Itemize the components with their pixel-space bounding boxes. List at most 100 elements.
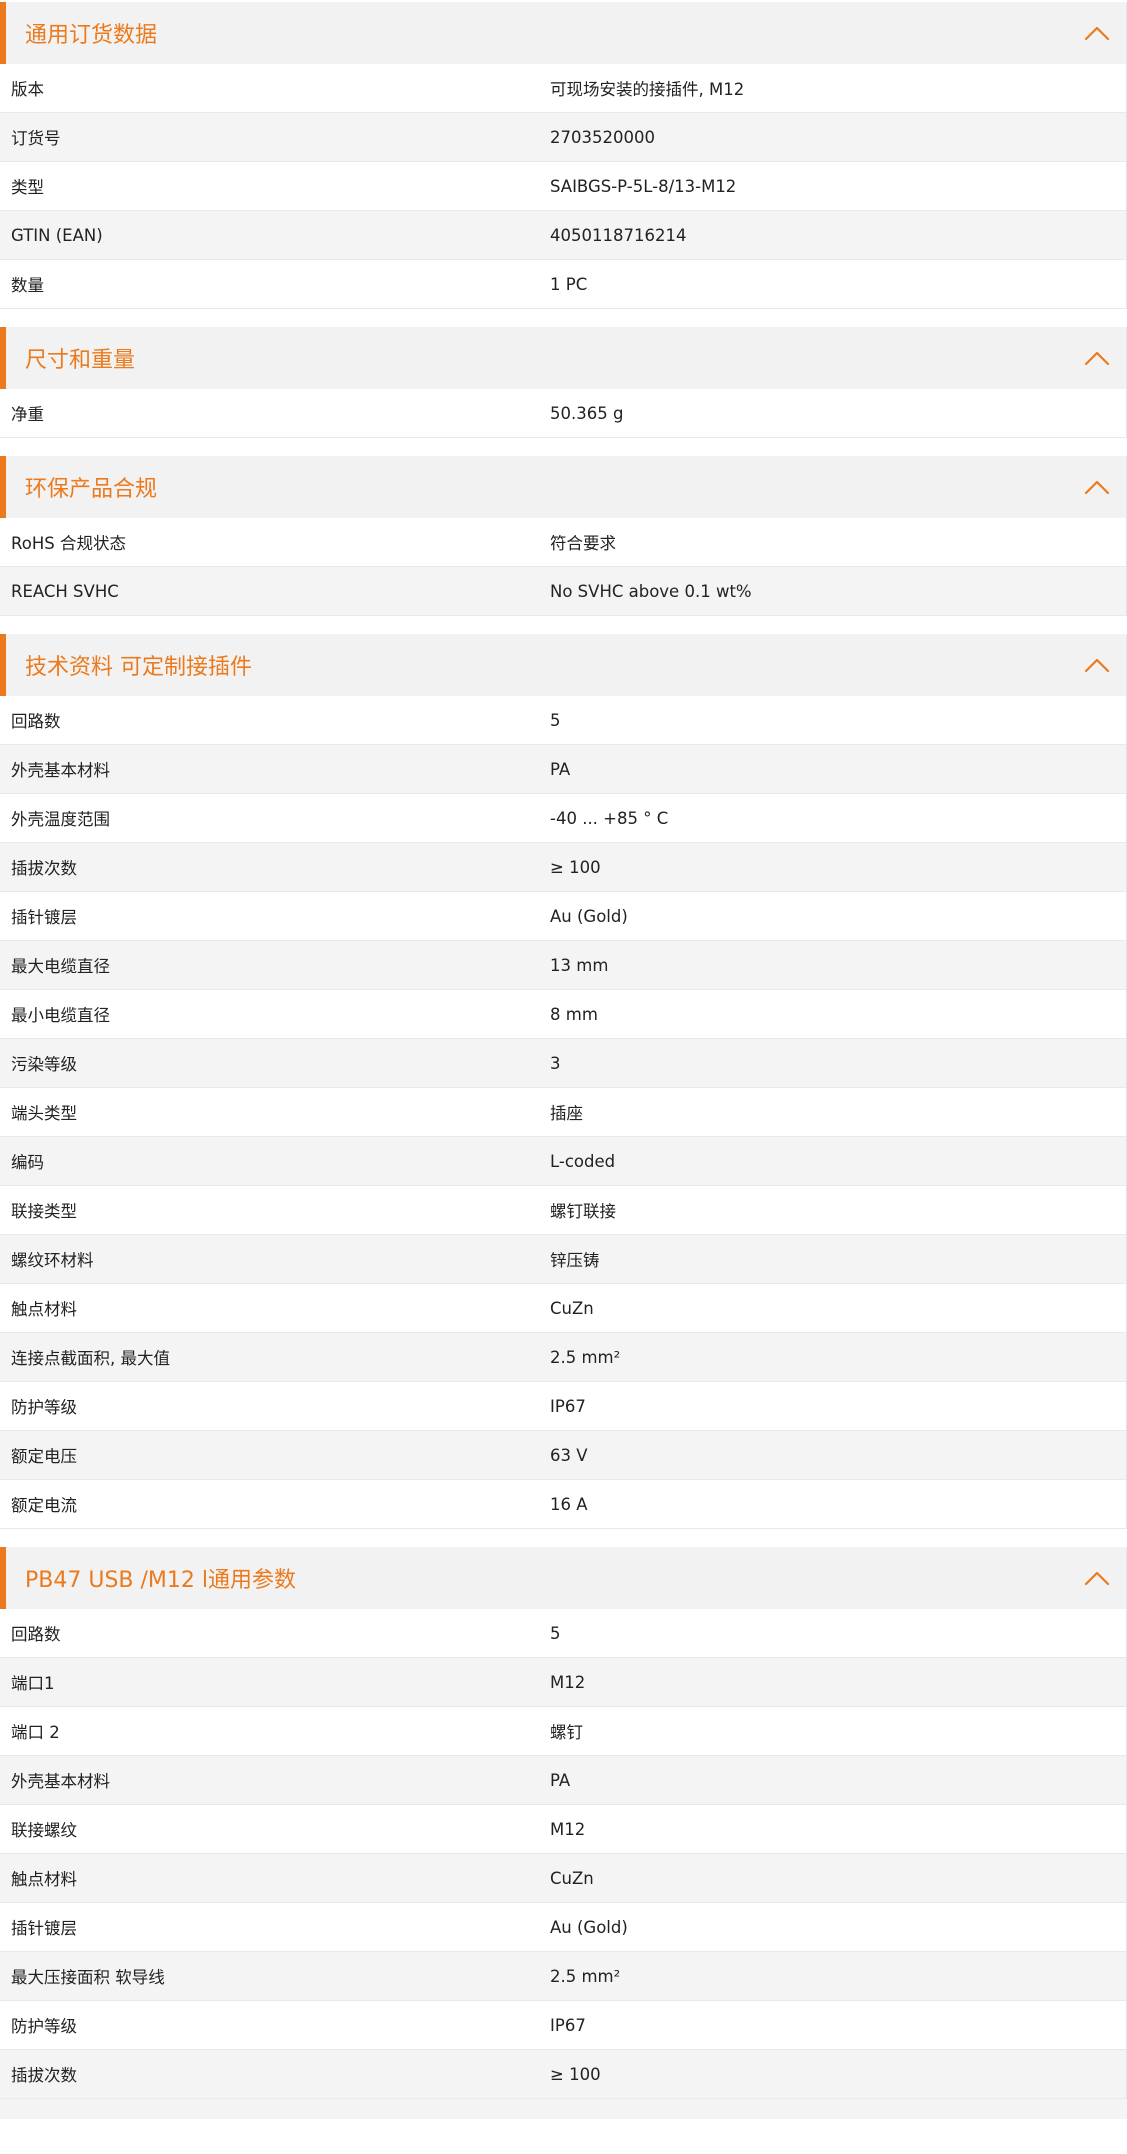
- spec-value: 锌压铸: [550, 1251, 600, 1270]
- spec-label: 外壳温度范围: [11, 810, 110, 829]
- spec-label: 最大电缆直径: [11, 957, 110, 976]
- spec-value: ≥ 100: [550, 857, 601, 877]
- section-gap: [0, 616, 1127, 634]
- spec-label: 订货号: [11, 129, 61, 148]
- spec-label: 净重: [11, 405, 44, 424]
- spec-label: 外壳基本材料: [11, 761, 110, 780]
- spec-row: 联接螺纹 M12: [0, 1805, 1126, 1854]
- spec-row: 插拔次数 ≥ 100: [0, 2050, 1126, 2099]
- spec-label: 数量: [11, 276, 44, 295]
- spec-row: 外壳温度范围 -40 ... +85 ° C: [0, 794, 1126, 843]
- spec-row: 污染等级 3: [0, 1039, 1126, 1088]
- spec-value: M12: [550, 1819, 586, 1839]
- spec-row: 外壳基本材料 PA: [0, 1756, 1126, 1805]
- chevron-up-icon[interactable]: [1080, 470, 1114, 504]
- spec-label: 最小电缆直径: [11, 1006, 110, 1025]
- spec-section: 尺寸和重量净重 50.365 g: [0, 327, 1127, 438]
- spec-row: 连接点截面积, 最大值 2.5 mm²: [0, 1333, 1126, 1382]
- spec-value: 符合要求: [550, 534, 616, 553]
- chevron-up-icon[interactable]: [1080, 341, 1114, 375]
- section-gap: [0, 438, 1127, 456]
- spec-label: 防护等级: [11, 1398, 77, 1417]
- spec-page: 通用订货数据版本 可现场安装的接插件, M12 订货号 2703520000 类型 SAI…: [0, 0, 1127, 2119]
- spec-label: 类型: [11, 178, 44, 197]
- page-tail: [0, 2099, 1127, 2119]
- section-title: PB47 USB /M12 l通用参数: [25, 1568, 296, 1593]
- spec-value: ≥ 100: [550, 2064, 601, 2084]
- section-header[interactable]: 通用订货数据: [0, 2, 1126, 64]
- spec-row: 订货号 2703520000: [0, 113, 1126, 162]
- spec-value: 插座: [550, 1104, 583, 1123]
- spec-value: IP67: [550, 1396, 586, 1416]
- spec-value: IP67: [550, 2015, 586, 2035]
- section-header[interactable]: 尺寸和重量: [0, 327, 1126, 389]
- spec-label: 版本: [11, 80, 44, 99]
- spec-row: 端口1 M12: [0, 1658, 1126, 1707]
- spec-label: 端口1: [11, 1674, 55, 1693]
- section-header[interactable]: PB47 USB /M12 l通用参数: [0, 1547, 1126, 1609]
- spec-row: 额定电压 63 V: [0, 1431, 1126, 1480]
- spec-label: 联接类型: [11, 1202, 77, 1221]
- chevron-up-icon[interactable]: [1080, 648, 1114, 682]
- spec-row: 版本 可现场安装的接插件, M12: [0, 64, 1126, 113]
- spec-row: 插针镀层 Au (Gold): [0, 1903, 1126, 1952]
- chevron-up-icon[interactable]: [1080, 16, 1114, 50]
- spec-label: REACH SVHC: [11, 581, 119, 601]
- spec-value: 5: [550, 1623, 561, 1643]
- spec-value: 螺钉联接: [550, 1202, 616, 1221]
- spec-row: 最小电缆直径 8 mm: [0, 990, 1126, 1039]
- spec-value: Au (Gold): [550, 1917, 628, 1937]
- spec-section: 通用订货数据版本 可现场安装的接插件, M12 订货号 2703520000 类型 SAI…: [0, 2, 1127, 309]
- spec-value: 可现场安装的接插件, M12: [550, 80, 745, 99]
- spec-value: 50.365 g: [550, 403, 624, 423]
- spec-label: GTIN (EAN): [11, 225, 103, 245]
- spec-value: 1 PC: [550, 274, 588, 294]
- spec-value: 2.5 mm²: [550, 1966, 621, 1986]
- spec-row: 联接类型 螺钉联接: [0, 1186, 1126, 1235]
- spec-value: M12: [550, 1672, 586, 1692]
- section-title: 技术资料 可定制接插件: [25, 655, 252, 680]
- spec-label: 外壳基本材料: [11, 1772, 110, 1791]
- spec-row: 触点材料 CuZn: [0, 1284, 1126, 1333]
- spec-label: 编码: [11, 1153, 44, 1172]
- spec-value: 63 V: [550, 1445, 588, 1465]
- spec-value: PA: [550, 759, 571, 779]
- spec-label: 联接螺纹: [11, 1821, 77, 1840]
- spec-value: No SVHC above 0.1 wt%: [550, 581, 752, 601]
- spec-row: 最大电缆直径 13 mm: [0, 941, 1126, 990]
- spec-row: 类型 SAIBGS-P-5L-8/13-M12: [0, 162, 1126, 211]
- spec-row: 数量 1 PC: [0, 260, 1126, 309]
- spec-value: 13 mm: [550, 955, 609, 975]
- spec-row: 外壳基本材料 PA: [0, 745, 1126, 794]
- spec-label: 端头类型: [11, 1104, 77, 1123]
- spec-label: 插拔次数: [11, 2066, 77, 2085]
- spec-value: SAIBGS-P-5L-8/13-M12: [550, 176, 737, 196]
- spec-row: 插针镀层 Au (Gold): [0, 892, 1126, 941]
- spec-label: 回路数: [11, 1625, 61, 1644]
- spec-section: 技术资料 可定制接插件回路数 5 外壳基本材料 PA 外壳温度范围 -40 ... +85…: [0, 634, 1127, 1529]
- spec-row: 回路数 5: [0, 696, 1126, 745]
- spec-section: 环保产品合规 RoHS 合规状态 符合要求 REACH SVHC No SVHC abo…: [0, 456, 1127, 616]
- chevron-up-icon[interactable]: [1080, 1561, 1114, 1595]
- spec-row: 端口 2 螺钉: [0, 1707, 1126, 1756]
- spec-value: CuZn: [550, 1868, 594, 1888]
- sections-container: 通用订货数据版本 可现场安装的接插件, M12 订货号 2703520000 类型 SAI…: [0, 2, 1127, 2099]
- spec-section: PB47 USB /M12 l通用参数 回路数 5 端口1 M12 端口 2 螺钉 外壳基本材…: [0, 1547, 1127, 2099]
- spec-value: CuZn: [550, 1298, 594, 1318]
- spec-value: 8 mm: [550, 1004, 598, 1024]
- spec-value: 螺钉: [550, 1723, 583, 1742]
- spec-label: 连接点截面积, 最大值: [11, 1349, 170, 1368]
- spec-value: 16 A: [550, 1494, 588, 1514]
- spec-label: 螺纹环材料: [11, 1251, 94, 1270]
- section-header[interactable]: 技术资料 可定制接插件: [0, 634, 1126, 696]
- spec-row: REACH SVHC No SVHC above 0.1 wt%: [0, 567, 1126, 616]
- spec-row: 螺纹环材料 锌压铸: [0, 1235, 1126, 1284]
- spec-value: 5: [550, 710, 561, 730]
- section-header[interactable]: 环保产品合规: [0, 456, 1126, 518]
- spec-row: 插拔次数 ≥ 100: [0, 843, 1126, 892]
- section-title: 通用订货数据: [25, 23, 158, 48]
- section-title: 尺寸和重量: [25, 348, 136, 373]
- spec-row: 防护等级 IP67: [0, 1382, 1126, 1431]
- spec-row: 端头类型 插座: [0, 1088, 1126, 1137]
- spec-label: 回路数: [11, 712, 61, 731]
